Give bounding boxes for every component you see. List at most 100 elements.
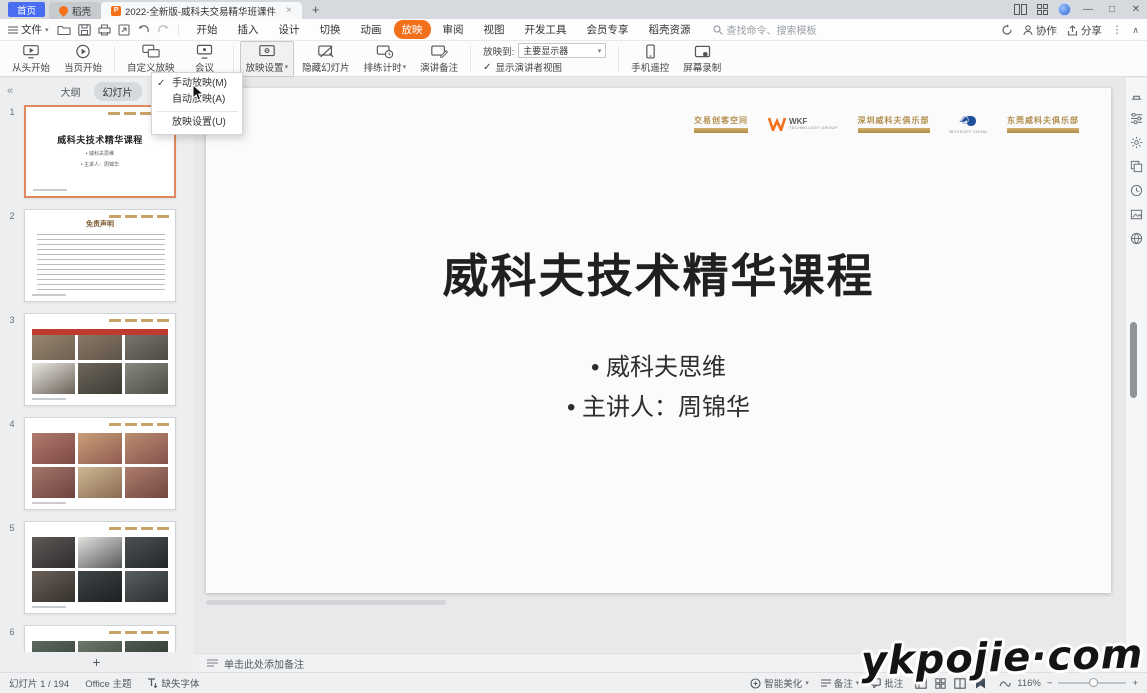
slide-bullets[interactable]: 威科夫思维 主讲人：周锦华 xyxy=(206,348,1111,428)
missing-font-indicator[interactable]: 缺失字体 xyxy=(147,676,199,690)
home-button[interactable]: 首页 xyxy=(8,2,45,17)
file-menu[interactable]: 文件 ▾ xyxy=(8,22,49,37)
menu-item-insert[interactable]: 插入 xyxy=(230,20,267,39)
photo-grid xyxy=(32,641,168,652)
menu-item-review[interactable]: 审阅 xyxy=(435,20,472,39)
zoom-slider-knob[interactable] xyxy=(1089,678,1098,687)
thumb-logos xyxy=(109,319,169,322)
slide-thumbnail-4[interactable] xyxy=(24,417,176,510)
menu-item-slideshow[interactable]: 放映 xyxy=(394,20,431,39)
button-caption: 隐藏幻灯片 xyxy=(302,60,350,74)
layers-icon[interactable] xyxy=(1130,160,1143,173)
thumb-logos xyxy=(109,631,169,634)
menu-item-transition[interactable]: 切换 xyxy=(312,20,349,39)
close-button[interactable]: ✕ xyxy=(1129,4,1143,15)
minimize-button[interactable]: — xyxy=(1081,4,1095,15)
collapse-panel-icon[interactable]: « xyxy=(7,85,13,97)
stamp-icon[interactable] xyxy=(1130,88,1143,101)
notes-label: 备注 xyxy=(834,676,853,690)
zoom-slider[interactable] xyxy=(1058,682,1126,684)
screen-record-button[interactable]: 屏幕录制 xyxy=(677,41,727,77)
meeting-icon xyxy=(196,44,213,59)
menu-item-start[interactable]: 开始 xyxy=(189,20,226,39)
clock-icon[interactable] xyxy=(1130,184,1143,197)
new-tab-button[interactable]: + xyxy=(302,0,330,19)
tab-outline[interactable]: 大纲 xyxy=(52,82,90,101)
slide-title[interactable]: 威科夫技术精华课程 xyxy=(206,240,1111,306)
speaker-notes-button[interactable]: 演讲备注 xyxy=(414,41,464,77)
menu-item-devtools[interactable]: 开发工具 xyxy=(517,20,575,39)
menu-item-design[interactable]: 设计 xyxy=(271,20,308,39)
slide-thumbnail-2[interactable]: 免责声明 xyxy=(24,209,176,302)
person-icon xyxy=(1023,25,1033,36)
show-settings-button[interactable]: 放映设置▾ xyxy=(240,41,295,77)
slide-number: 6 xyxy=(0,625,24,652)
slide-bullet-2: 主讲人：周锦华 xyxy=(206,388,1111,428)
gear-icon[interactable] xyxy=(1130,136,1143,149)
play-from-start-button[interactable]: 从头开始 xyxy=(6,41,56,77)
command-search[interactable]: 查找命令、搜索模板 xyxy=(713,22,817,37)
thumb-text-lines xyxy=(37,234,165,292)
image-export-icon[interactable] xyxy=(1130,208,1143,221)
print-icon[interactable] xyxy=(98,24,111,36)
horizontal-scrollbar[interactable] xyxy=(206,600,1115,606)
slide-counter: 幻灯片 1 / 194 xyxy=(9,676,69,690)
slide-thumbnail-3[interactable] xyxy=(24,313,176,406)
redo-icon[interactable] xyxy=(157,24,170,35)
logo-wkf-group: WKF TECHNOLOGY GROUP xyxy=(768,117,838,131)
photo-banner xyxy=(32,329,168,335)
share-label: 分享 xyxy=(1081,23,1102,38)
play-current-page-button[interactable]: 当页开始 xyxy=(58,41,108,77)
phone-remote-icon xyxy=(645,44,656,59)
tab-slides[interactable]: 幻灯片 xyxy=(94,82,142,101)
user-avatar[interactable] xyxy=(1058,3,1071,16)
tab-docer[interactable]: 稻壳 xyxy=(49,2,101,19)
button-caption: 手机遥控 xyxy=(631,60,669,74)
output-icon[interactable] xyxy=(118,24,130,36)
menu-item-view[interactable]: 视图 xyxy=(476,20,513,39)
sync-icon[interactable] xyxy=(1001,24,1013,36)
menu-item-animation[interactable]: 动画 xyxy=(353,20,390,39)
collapse-ribbon-icon[interactable]: ∧ xyxy=(1132,25,1139,36)
vertical-scrollbar-thumb[interactable] xyxy=(1130,322,1137,398)
split-view-icon[interactable] xyxy=(1014,4,1027,15)
restore-button[interactable]: □ xyxy=(1105,4,1119,15)
notes-toggle-button[interactable]: 备注 ▾ xyxy=(821,676,860,690)
phone-remote-button[interactable]: 手机遥控 xyxy=(625,41,675,77)
menu-item-membership[interactable]: 会员专享 xyxy=(579,20,637,39)
hide-slide-button[interactable]: 隐藏幻灯片 xyxy=(296,41,356,77)
menu-item-label: 放映设置(U) xyxy=(172,117,226,128)
theme-name[interactable]: Office 主题 xyxy=(85,676,131,690)
thumb-footer xyxy=(32,606,66,608)
slide-bullet-1: 威科夫思维 xyxy=(206,348,1111,388)
play-from-start-icon xyxy=(22,44,40,59)
sliders-icon[interactable] xyxy=(1130,112,1143,125)
display-select[interactable]: 主要显示器 ▾ xyxy=(518,43,606,58)
more-menu-icon[interactable]: ⋮ xyxy=(1112,24,1123,36)
smart-beautify-button[interactable]: 智能美化 ▾ xyxy=(750,676,809,690)
workspace-grid-icon[interactable] xyxy=(1037,4,1048,15)
menu-item-docer-resources[interactable]: 稻壳资源 xyxy=(641,20,699,39)
slide-thumbnail-5[interactable] xyxy=(24,521,176,614)
thumb-logos xyxy=(109,527,169,530)
collaborate-button[interactable]: 协作 xyxy=(1023,23,1057,38)
undo-icon[interactable] xyxy=(137,24,150,35)
tab-document[interactable]: P 2022-全新版-威科夫交易精华班课件 × xyxy=(101,2,302,19)
display-select-value: 主要显示器 xyxy=(523,44,568,57)
share-button[interactable]: 分享 xyxy=(1067,23,1102,38)
slide-thumbnail-6[interactable] xyxy=(24,625,176,652)
slide-canvas[interactable]: 交易创客空间 WKF TECHNOLOGY GROUP 深圳威科夫俱乐部 xyxy=(206,88,1111,593)
menu-item-show-settings[interactable]: 放映设置(U) xyxy=(152,115,242,131)
presenter-view-checkbox[interactable]: ✓ 显示演讲者视图 xyxy=(483,60,606,74)
open-folder-icon[interactable] xyxy=(57,24,71,36)
rehearse-timing-button[interactable]: 排练计时▾ xyxy=(358,41,413,77)
close-tab-icon[interactable]: × xyxy=(286,5,292,16)
notes-placeholder: 单击此处添加备注 xyxy=(224,656,304,671)
globe-icon[interactable] xyxy=(1130,232,1143,245)
zoom-in-button[interactable]: + xyxy=(1132,678,1138,689)
save-icon[interactable] xyxy=(78,24,91,36)
slide-panel: « 大纲 幻灯片 1 威科夫技术精华课程 • 威科夫思维 • 主讲人：周锦华 2 xyxy=(0,78,193,672)
add-slide-button[interactable]: + xyxy=(0,654,193,670)
docer-flame-icon xyxy=(57,4,70,17)
hamburger-icon xyxy=(8,26,18,34)
